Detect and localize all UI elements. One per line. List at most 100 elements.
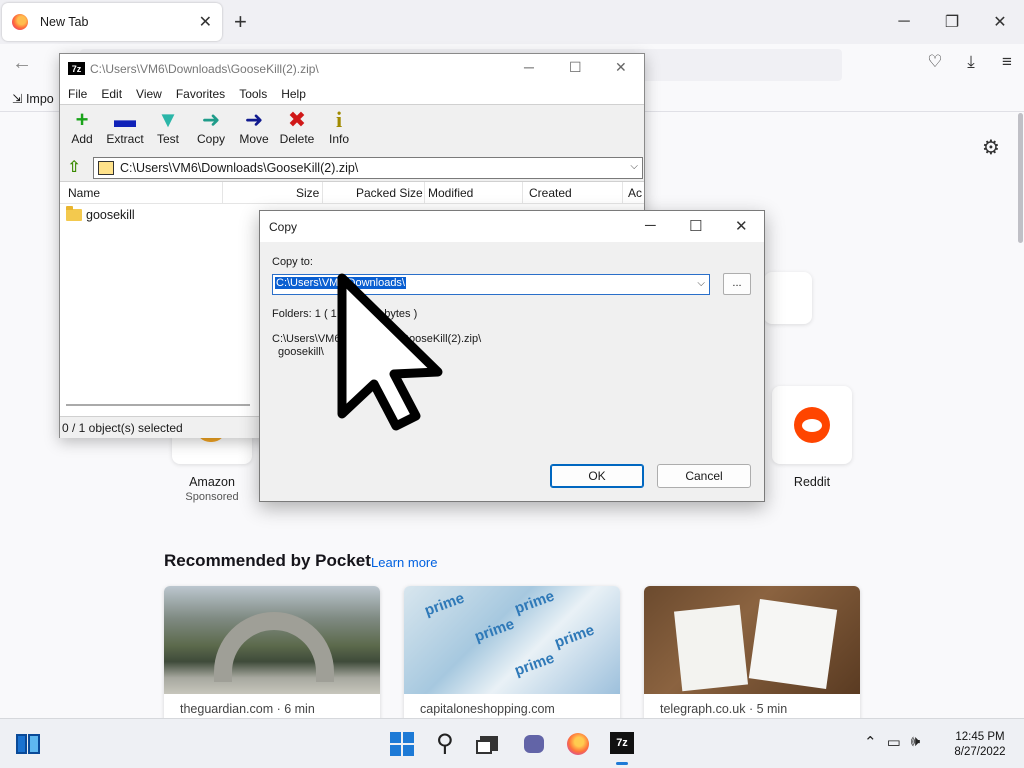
shortcut-label-reddit: Reddit	[793, 475, 831, 489]
mouse-pointer-icon	[337, 273, 443, 431]
learn-more-link[interactable]: Learn more	[371, 555, 437, 570]
teams-chat-icon[interactable]	[522, 732, 546, 756]
test-icon: ▼	[157, 107, 179, 132]
add-button[interactable]: + Add	[60, 107, 104, 147]
test-button[interactable]: ▼ Test	[146, 107, 190, 147]
card-image: prime prime prime prime prime	[404, 586, 620, 694]
menu-file[interactable]: File	[68, 87, 87, 101]
import-bookmarks-button[interactable]: ⇲ Impo	[12, 91, 54, 106]
browser-tab-strip: New Tab ✕ + ─ ❐ ✕	[0, 0, 1024, 44]
7zip-menubar: File Edit View Favorites Tools Help	[60, 84, 644, 104]
folder-icon	[66, 206, 82, 221]
column-created[interactable]: Created	[529, 186, 572, 200]
start-button[interactable]	[390, 732, 414, 756]
back-arrow-icon[interactable]: ←	[12, 52, 32, 75]
chevron-down-icon[interactable]: ⌵	[697, 278, 705, 289]
pocket-icon[interactable]: ♡	[924, 52, 946, 72]
move-arrow-icon: ➜	[244, 107, 264, 132]
7zip-title: C:\Users\VM6\Downloads\GooseKill(2).zip\	[90, 62, 319, 76]
move-button[interactable]: ➜ Move	[232, 107, 276, 147]
dialog-minimize-button[interactable]: ─	[645, 217, 656, 234]
path-text: C:\Users\VM6\Downloads\GooseKill(2).zip\	[120, 161, 359, 175]
7zip-app-icon: 7z	[68, 62, 85, 75]
copy-button[interactable]: ➜ Copy	[189, 107, 233, 147]
dialog-close-button[interactable]: ✕	[735, 217, 748, 235]
path-combobox[interactable]: C:\Users\VM6\Downloads\GooseKill(2).zip\…	[93, 157, 643, 179]
system-tray: ⌃ ▭ 🕪	[864, 733, 920, 751]
firefox-taskbar-icon[interactable]	[566, 732, 590, 756]
copy-dialog-title: Copy	[269, 220, 298, 234]
column-modified[interactable]: Modified	[428, 186, 473, 200]
7zip-path-bar: ⇧ C:\Users\VM6\Downloads\GooseKill(2).zi…	[60, 154, 644, 182]
copy-to-label: Copy to:	[272, 256, 313, 268]
browser-window-controls: ─ ❐ ✕	[880, 0, 1024, 44]
file-row[interactable]: goosekill	[66, 206, 135, 222]
7zip-maximize-button[interactable]: ☐	[569, 59, 582, 76]
tab-close-icon[interactable]: ✕	[199, 12, 212, 32]
pocket-card[interactable]: prime prime prime prime prime capitalone…	[404, 586, 620, 726]
7zip-minimize-button[interactable]: ─	[524, 59, 534, 75]
file-name: goosekill	[86, 208, 135, 222]
info-button[interactable]: i Info	[317, 107, 361, 147]
shortcut-label-amazon: Amazon	[189, 475, 235, 489]
tab-title: New Tab	[40, 15, 89, 29]
shortcut-sponsored-label: Sponsored	[185, 491, 239, 503]
search-icon[interactable]: ⚲	[436, 732, 460, 756]
pocket-heading: Recommended by Pocket	[164, 551, 371, 570]
gear-icon[interactable]: ⚙	[982, 135, 1000, 160]
copy-arrow-icon: ➜	[201, 107, 221, 132]
extract-icon: ▬	[114, 107, 136, 132]
close-button[interactable]: ✕	[976, 0, 1024, 44]
card-image	[644, 586, 860, 694]
7zip-taskbar-icon[interactable]: 7z	[610, 732, 634, 756]
minimize-button[interactable]: ─	[880, 0, 928, 44]
file-list-header: Name Size Packed Size Modified Created A…	[60, 182, 644, 204]
volume-icon[interactable]: 🕪	[911, 733, 920, 751]
menu-help[interactable]: Help	[281, 87, 306, 101]
up-folder-icon[interactable]: ⇧	[64, 158, 84, 178]
taskbar: ⚲ 7z ⌃ ▭ 🕪 12:45 PM 8/27/2022	[0, 718, 1024, 768]
column-packed-size[interactable]: Packed Size	[356, 186, 423, 200]
column-accessed[interactable]: Ac	[628, 186, 642, 200]
menu-edit[interactable]: Edit	[101, 87, 122, 101]
task-view-icon[interactable]	[476, 732, 500, 756]
menu-icon[interactable]: ≡	[996, 52, 1018, 72]
new-tab-button[interactable]: +	[234, 10, 247, 34]
tab-new-tab[interactable]: New Tab ✕	[2, 3, 222, 41]
ok-button[interactable]: OK	[550, 464, 644, 488]
menu-view[interactable]: View	[136, 87, 162, 101]
clock-date: 8/27/2022	[954, 746, 1006, 758]
shortcut-tile[interactable]	[764, 272, 812, 324]
network-icon[interactable]: ▭	[887, 733, 901, 751]
chevron-up-icon[interactable]: ⌃	[864, 733, 877, 751]
delete-button[interactable]: ✖ Delete	[275, 107, 319, 147]
7zip-titlebar[interactable]: 7z C:\Users\VM6\Downloads\GooseKill(2).z…	[60, 54, 644, 84]
column-size[interactable]: Size	[296, 186, 319, 200]
chevron-down-icon[interactable]: ⌵	[630, 161, 638, 172]
menu-favorites[interactable]: Favorites	[176, 87, 225, 101]
toolbar-right: ♡ ⤓ ≡	[924, 52, 1018, 72]
restore-button[interactable]: ❐	[928, 0, 976, 44]
browse-button[interactable]: ...	[723, 273, 751, 295]
column-name[interactable]: Name	[68, 186, 100, 200]
dialog-maximize-button[interactable]: ☐	[689, 217, 702, 235]
pocket-card[interactable]: telegraph.co.uk · 5 min	[644, 586, 860, 726]
horizontal-scrollbar[interactable]	[66, 404, 250, 406]
pocket-card[interactable]: theguardian.com · 6 min	[164, 586, 380, 726]
running-indicator	[616, 762, 628, 765]
import-bookmarks-label: Impo	[25, 92, 54, 106]
page-scrollbar[interactable]	[1018, 113, 1023, 243]
menu-tools[interactable]: Tools	[239, 87, 267, 101]
downloads-icon[interactable]: ⤓	[960, 52, 982, 72]
widgets-icon[interactable]	[16, 732, 40, 756]
7zip-close-button[interactable]: ✕	[615, 59, 627, 76]
reddit-icon	[794, 407, 830, 443]
copy-dialog-titlebar[interactable]: Copy ─ ☐ ✕	[260, 211, 764, 242]
clock[interactable]: 12:45 PM 8/27/2022	[940, 730, 1020, 760]
firefox-icon	[12, 14, 28, 30]
info-icon: i	[335, 107, 343, 132]
delete-x-icon: ✖	[287, 107, 307, 132]
add-icon: +	[75, 107, 89, 132]
extract-button[interactable]: ▬ Extract	[103, 107, 147, 147]
cancel-button[interactable]: Cancel	[657, 464, 751, 488]
